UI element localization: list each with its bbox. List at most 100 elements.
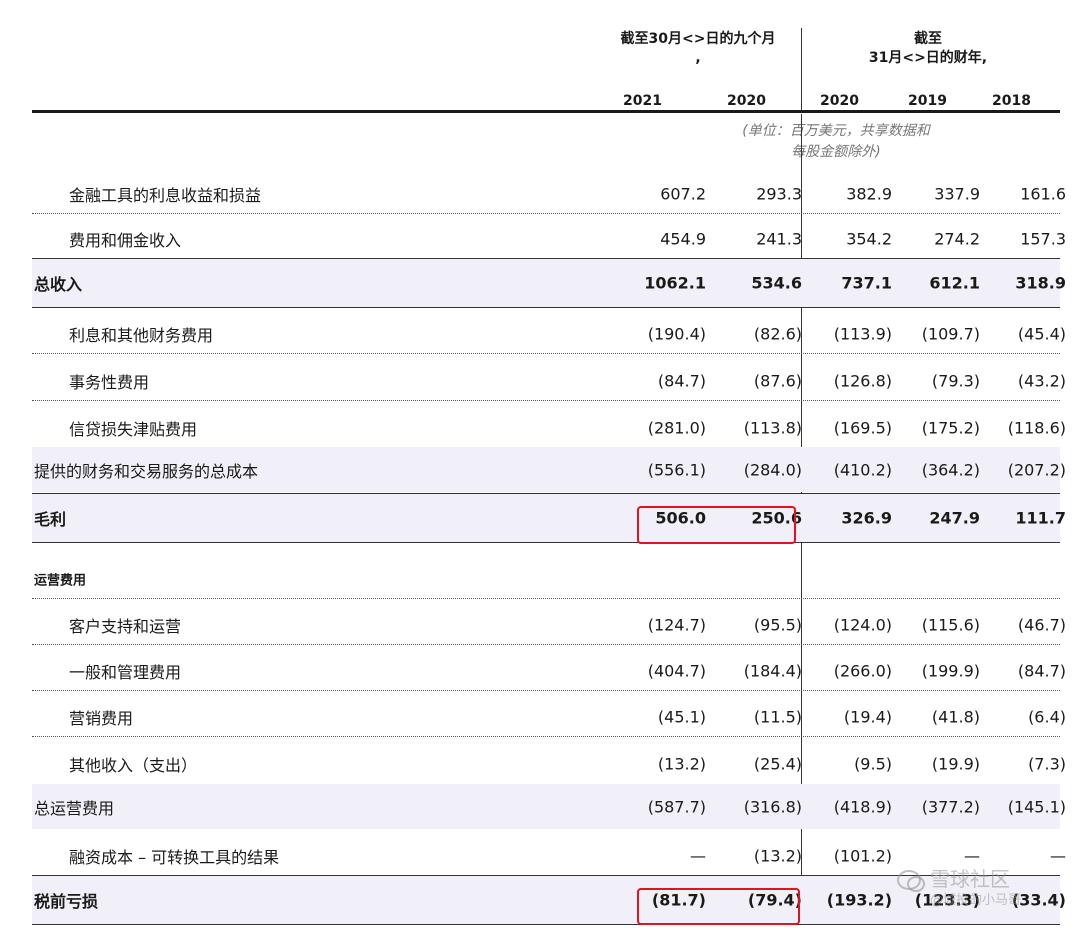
- header-fiscal-year-line2: 31月<>日的财年,: [868, 50, 988, 66]
- row-label: 毛利: [34, 510, 67, 529]
- cell-value: (207.2): [1007, 460, 1066, 479]
- table-row-total-cost: 提供的财务和交易服务的总成本 (556.1) (284.0) (410.2) (…: [32, 447, 1066, 492]
- table-row: 事务性费用 (84.7) (87.6) (126.8) (79.3) (43.2…: [32, 361, 1066, 401]
- cell-value: (45.4): [1017, 324, 1066, 343]
- snowball-logo-icon: [897, 870, 925, 892]
- row-label: 事务性费用: [69, 372, 150, 392]
- cell-value: (84.7): [1017, 661, 1066, 681]
- year-2018: 2018: [992, 93, 1031, 109]
- cell-value: (193.2): [826, 890, 892, 910]
- header-fiscal-year-line1: 截至: [914, 31, 942, 47]
- cell-value: (418.9): [833, 797, 892, 816]
- cell-value: (587.7): [647, 797, 706, 816]
- row-label: 一般和管理费用: [69, 663, 182, 682]
- cell-value: 454.9: [660, 229, 706, 249]
- row-label: 客户支持和运营: [69, 617, 182, 636]
- cell-value: (281.0): [647, 418, 706, 437]
- row-label: 其他收入（支出）: [69, 756, 198, 775]
- table-row: 客户支持和运营 (124.7) (95.5) (124.0) (115.6) (…: [32, 606, 1066, 645]
- row-label: 信贷损失津贴费用: [69, 419, 198, 439]
- cell-value: (25.4): [753, 754, 802, 774]
- cell-value: (84.7): [657, 371, 706, 390]
- year-2020-nine-months: 2020: [727, 93, 766, 109]
- cell-value: (19.4): [843, 707, 892, 727]
- cell-value: (19.9): [931, 754, 980, 774]
- unit-note-line2: 每股金额除外): [791, 144, 881, 160]
- highlight-box-gross-profit: [637, 506, 796, 544]
- cell-value: (43.2): [1017, 371, 1066, 390]
- cell-value: (556.1): [647, 460, 706, 479]
- year-2021: 2021: [623, 93, 662, 109]
- cell-value: (145.1): [1007, 797, 1066, 816]
- cell-value: 607.2: [660, 184, 706, 203]
- table-row: 金融工具的利息收益和损益 607.2 293.3 382.9 337.9 161…: [32, 174, 1066, 214]
- cell-value: (13.2): [657, 754, 706, 774]
- year-2020-fiscal: 2020: [820, 93, 859, 109]
- table-row-section-opex: 运营费用: [32, 560, 1060, 599]
- cell-value: 161.6: [1020, 184, 1066, 203]
- cell-value: (199.9): [921, 661, 980, 681]
- cell-value: (284.0): [743, 460, 802, 479]
- cell-value: —: [690, 846, 706, 866]
- row-label: 融资成本 – 可转换工具的结果: [69, 848, 280, 867]
- row-label: 营销费用: [69, 709, 134, 728]
- cell-value: 111.7: [1015, 508, 1066, 528]
- cell-value: (377.2): [921, 797, 980, 816]
- table-row-gross-profit: 毛利 506.0 250.6 326.9 247.9 111.7: [32, 493, 1066, 543]
- cell-value: 534.6: [751, 273, 802, 293]
- cell-value: (7.3): [1028, 754, 1066, 774]
- cell-value: 241.3: [756, 229, 802, 249]
- table-row-total-opex: 总运营费用 (587.7) (316.8) (418.9) (377.2) (1…: [32, 784, 1066, 829]
- row-label: 税前亏损: [34, 892, 99, 911]
- column-divider: [801, 28, 802, 110]
- header-nine-months-line2: ,: [695, 50, 701, 66]
- row-label: 总运营费用: [34, 798, 115, 818]
- cell-value: (190.4): [647, 324, 706, 343]
- unit-note-line1: (单位：百万美元，共享数据和: [742, 123, 930, 139]
- cell-value: (316.8): [743, 797, 802, 816]
- unit-note: (单位：百万美元，共享数据和 每股金额除外): [716, 121, 956, 163]
- cell-value: (124.7): [647, 615, 706, 635]
- cell-value: 337.9: [934, 184, 980, 203]
- header-nine-months: 截至30月<>日的九个月 ,: [600, 30, 796, 68]
- cell-value: (175.2): [921, 418, 980, 437]
- cell-value: 247.9: [929, 508, 980, 528]
- cell-value: 737.1: [841, 273, 892, 293]
- table-row: 营销费用 (45.1) (11.5) (19.4) (41.8) (6.4): [32, 698, 1066, 737]
- cell-value: 382.9: [846, 184, 892, 203]
- cell-value: 326.9: [841, 508, 892, 528]
- cell-value: (184.4): [743, 661, 802, 681]
- row-label: 费用和佣金收入: [69, 231, 182, 250]
- cell-value: —: [1050, 846, 1066, 866]
- cell-value: —: [964, 846, 980, 866]
- cell-value: (101.2): [833, 846, 892, 866]
- cell-value: (11.5): [753, 707, 802, 727]
- cell-value: (113.9): [833, 324, 892, 343]
- cell-value: (82.6): [753, 324, 802, 343]
- cell-value: (118.6): [1007, 418, 1066, 437]
- cell-value: (115.6): [921, 615, 980, 635]
- cell-value: (124.0): [833, 615, 892, 635]
- cell-value: (6.4): [1028, 707, 1066, 727]
- table-row: 一般和管理费用 (404.7) (184.4) (266.0) (199.9) …: [32, 652, 1066, 691]
- cell-value: 354.2: [846, 229, 892, 249]
- cell-value: (41.8): [931, 707, 980, 727]
- cell-value: 612.1: [929, 273, 980, 293]
- header-nine-months-line1: 截至30月<>日的九个月: [620, 31, 776, 47]
- cell-value: (87.6): [753, 371, 802, 390]
- row-label: 利息和其他财务费用: [69, 325, 214, 345]
- highlight-box-loss-before-tax: [637, 888, 800, 925]
- cell-value: (45.1): [657, 707, 706, 727]
- cell-value: (95.5): [753, 615, 802, 635]
- cell-value: (46.7): [1017, 615, 1066, 635]
- cell-value: 1062.1: [644, 273, 706, 293]
- cell-value: (266.0): [833, 661, 892, 681]
- row-label: 提供的财务和交易服务的总成本: [34, 461, 259, 481]
- table-row: 信贷损失津贴费用 (281.0) (113.8) (169.5) (175.2)…: [32, 408, 1066, 447]
- year-2019: 2019: [908, 93, 947, 109]
- cell-value: (9.5): [854, 754, 892, 774]
- row-label: 金融工具的利息收益和损益: [69, 185, 262, 205]
- cell-value: (364.2): [921, 460, 980, 479]
- cell-value: (13.2): [753, 846, 802, 866]
- cell-value: (169.5): [833, 418, 892, 437]
